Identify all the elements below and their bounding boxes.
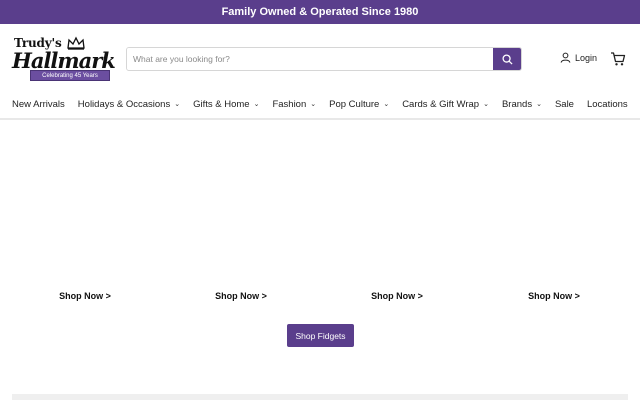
section-divider [12,394,628,400]
chevron-down-icon: ⌄ [536,101,542,108]
nav-item-label: Sale [554,98,574,110]
nav-item-label: Holidays & Occasions [77,98,171,110]
shop-fidgets-button[interactable]: Shop Fidgets [287,324,354,347]
nav-item-locations[interactable]: Locations [587,99,628,110]
login-label: Login [575,52,598,63]
nav-item-new-arrivals[interactable]: New Arrivals [12,99,65,110]
product-3-shop-now-link[interactable]: Shop Now > [357,291,437,301]
search-bar [126,47,522,71]
nav-item-fashion[interactable]: Fashion ⌄ [272,99,316,110]
login-link[interactable]: Login [560,52,597,63]
logo-ribbon-text: Celebrating 45 Years [42,72,98,79]
nav-item-label: Locations [586,98,628,110]
nav-item-pop-culture[interactable]: Pop Culture ⌄ [329,99,389,110]
cart-icon[interactable] [610,51,626,67]
nav-item-cards-gift-wrap[interactable]: Cards & Gift Wrap ⌄ [402,99,489,110]
nav-item-label: Fashion [272,98,307,110]
nav-item-holidays-occasions[interactable]: Holidays & Occasions ⌄ [78,99,180,110]
main-nav: New Arrivals Holidays & Occasions ⌄ Gift… [0,96,640,112]
chevron-down-icon: ⌄ [483,101,489,108]
search-button[interactable] [493,48,521,70]
store-logo[interactable]: Trudy's Hallmark Celebrating 45 Years [12,34,118,84]
nav-item-sale[interactable]: Sale [555,99,574,110]
product-4-shop-now-link[interactable]: Shop Now > [514,291,594,301]
chevron-down-icon: ⌄ [310,101,317,108]
logo-ribbon: Celebrating 45 Years [30,70,110,81]
announcement-bar: Family Owned & Operated Since 1980 [0,0,640,24]
chevron-down-icon: ⌄ [383,101,390,108]
search-input[interactable] [127,48,493,70]
nav-divider [0,118,640,120]
user-icon [560,52,571,63]
nav-item-label: Gifts & Home [193,98,250,110]
search-icon [501,53,513,65]
nav-item-label: New Arrivals [12,98,65,110]
nav-item-gifts-home[interactable]: Gifts & Home ⌄ [193,99,259,110]
nav-item-label: Pop Culture [329,98,380,110]
chevron-down-icon: ⌄ [253,101,260,108]
product-1-shop-now-link[interactable]: Shop Now > [45,291,125,301]
chevron-down-icon: ⌄ [174,101,181,108]
nav-item-brands[interactable]: Brands ⌄ [502,99,542,110]
nav-item-label: Brands [501,98,533,110]
nav-item-label: Cards & Gift Wrap [402,98,480,110]
product-2-shop-now-link[interactable]: Shop Now > [201,291,281,301]
announcement-text: Family Owned & Operated Since 1980 [221,6,419,18]
